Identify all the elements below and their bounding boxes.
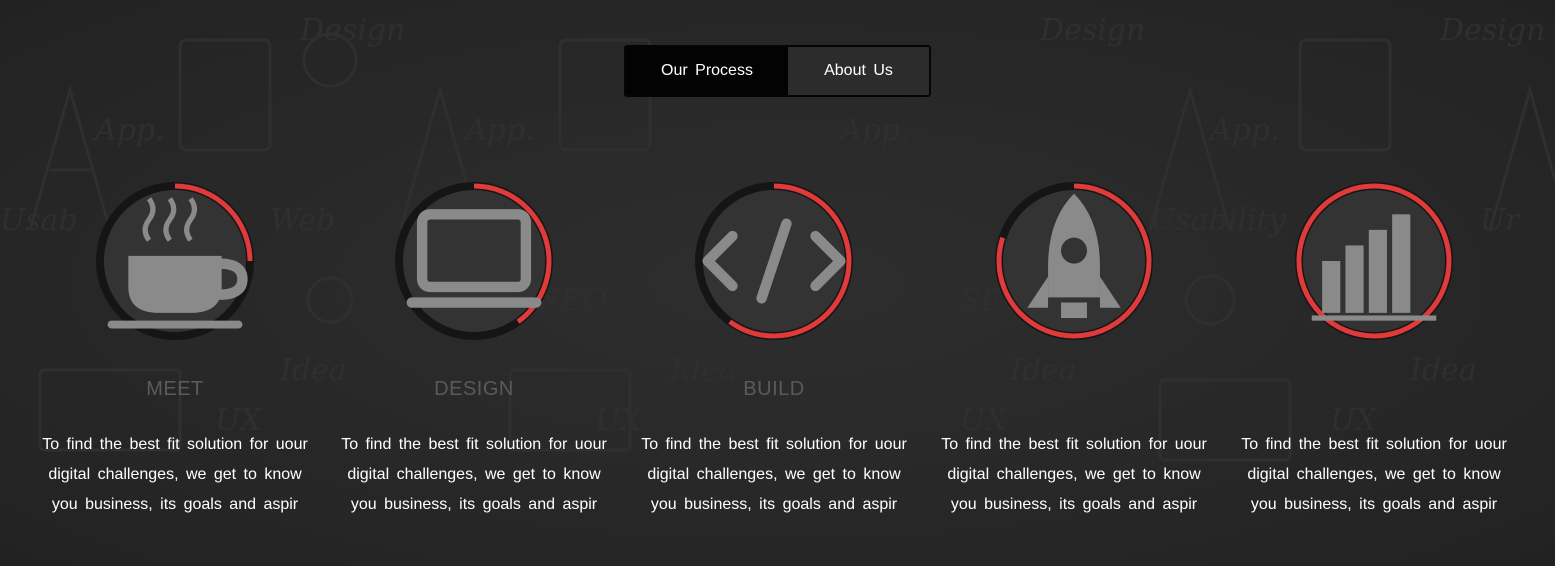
- step-title: BUILD: [743, 378, 805, 400]
- step-launch: To find the best fit solution for uour d…: [919, 178, 1229, 558]
- coffee-cup-icon: [107, 197, 248, 329]
- step-grow: To find the best fit solution for uour d…: [1219, 178, 1529, 558]
- step-design: DESIGN To find the best fit solution for…: [319, 178, 629, 558]
- step-description: To find the best fit solution for uour d…: [941, 436, 1207, 513]
- bar-chart-icon: [1311, 214, 1437, 321]
- step-title: DESIGN: [434, 378, 514, 400]
- rocket-icon: [1027, 193, 1121, 319]
- process-steps: MEET To find the best fit solution for u…: [0, 0, 1555, 566]
- step-description: To find the best fit solution for uour d…: [641, 436, 907, 513]
- laptop-icon: [406, 209, 542, 308]
- step-description: To find the best fit solution for uour d…: [42, 436, 308, 513]
- progress-ring: [391, 178, 557, 344]
- progress-ring: [691, 178, 857, 344]
- progress-ring: [1291, 178, 1457, 344]
- step-meet: MEET To find the best fit solution for u…: [20, 178, 330, 558]
- step-description: To find the best fit solution for uour d…: [341, 436, 607, 513]
- step-title: MEET: [146, 378, 204, 400]
- progress-ring: [991, 178, 1157, 344]
- progress-ring: [92, 178, 258, 344]
- step-build: BUILD To find the best fit solution for …: [619, 178, 929, 558]
- process-section: Design Design Design App. App. App. App.…: [0, 0, 1555, 566]
- step-description: To find the best fit solution for uour d…: [1241, 436, 1507, 513]
- code-icon: [702, 218, 846, 304]
